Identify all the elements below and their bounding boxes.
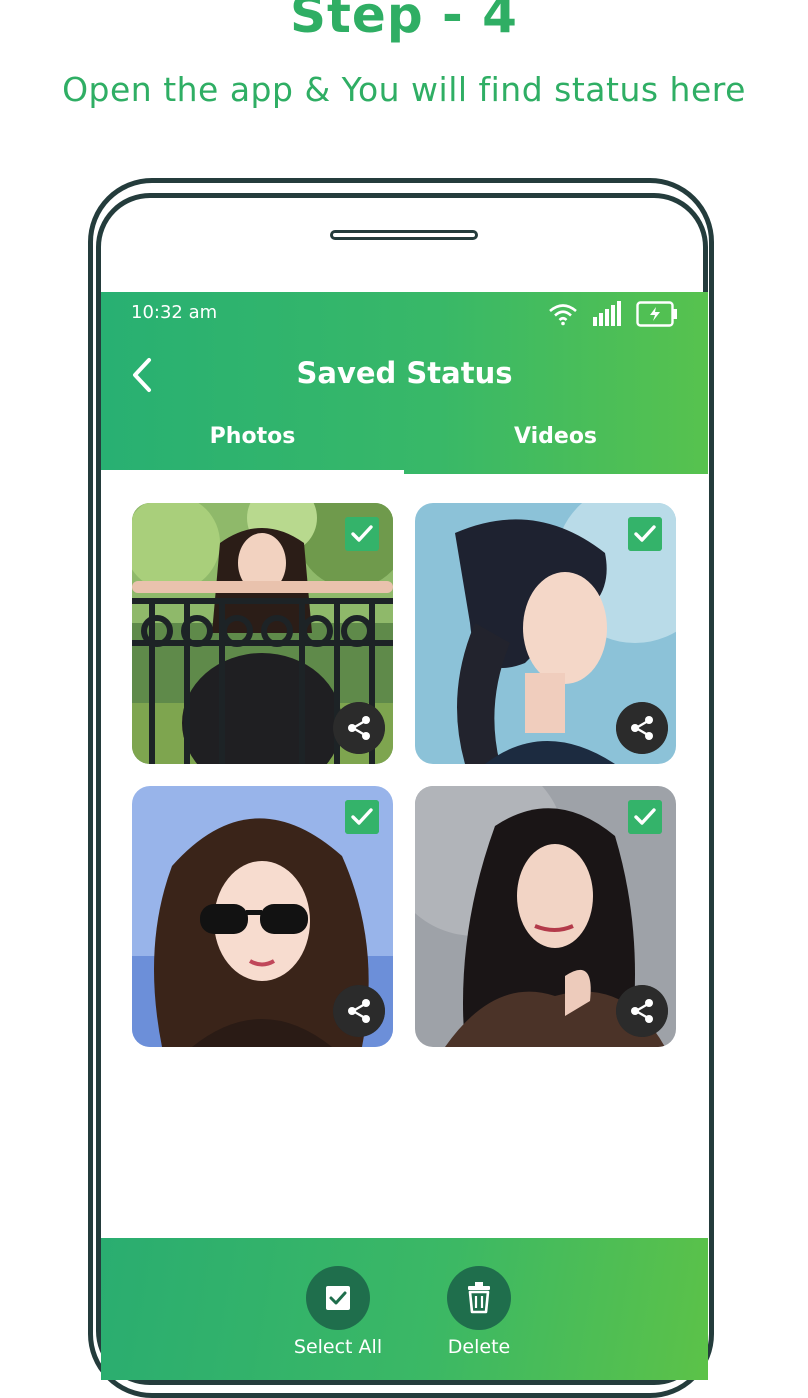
checkbox-checked-icon[interactable] — [628, 517, 662, 551]
checkbox-checked-icon[interactable] — [345, 517, 379, 551]
share-icon[interactable] — [616, 985, 668, 1037]
select-all-button[interactable] — [306, 1266, 370, 1330]
tab-videos[interactable]: Videos — [404, 424, 707, 449]
select-all-label: Select All — [293, 1336, 383, 1358]
tab-photos[interactable]: Photos — [101, 424, 404, 449]
phone-speaker — [330, 230, 478, 240]
delete-label: Delete — [447, 1336, 511, 1358]
app-bar: 10:32 am Saved Status Photos Videos — [101, 292, 708, 474]
step-title: Step - 4 — [290, 0, 518, 44]
status-icons — [548, 300, 678, 328]
battery-charging-icon — [636, 301, 677, 327]
phone-screen: 10:32 am Saved Status Photos Videos Sele… — [101, 292, 708, 1380]
bottom-action-bar: Select All Delete — [101, 1238, 708, 1380]
status-photo-2[interactable] — [415, 503, 676, 764]
screen-title: Saved Status — [296, 356, 513, 390]
signal-icon — [593, 301, 621, 326]
share-icon[interactable] — [333, 985, 385, 1037]
wifi-icon — [549, 304, 577, 326]
tab-indicator — [101, 470, 404, 474]
status-photo-1[interactable] — [132, 503, 393, 764]
checkbox-checked-icon[interactable] — [628, 800, 662, 834]
trash-icon — [468, 1282, 490, 1314]
status-time: 10:32 am — [131, 302, 218, 323]
delete-button[interactable] — [447, 1266, 511, 1330]
checkbox-checked-icon[interactable] — [345, 800, 379, 834]
status-photo-4[interactable] — [415, 786, 676, 1047]
status-photo-3[interactable] — [132, 786, 393, 1047]
step-subtitle: Open the app & You will find status here — [62, 70, 746, 109]
share-icon[interactable] — [616, 702, 668, 754]
checkbox-checked-icon — [326, 1286, 350, 1310]
share-icon[interactable] — [333, 702, 385, 754]
